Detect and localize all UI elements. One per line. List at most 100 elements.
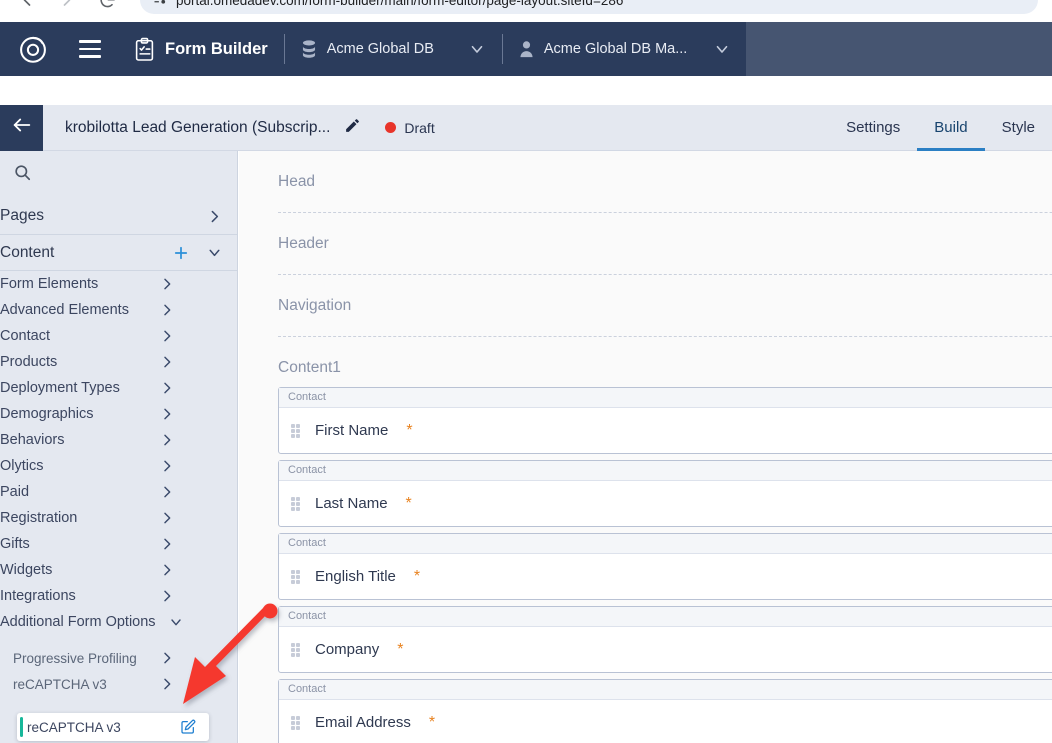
chevron-right-icon[interactable]	[159, 458, 175, 474]
field-card-name: Company	[315, 641, 379, 658]
field-card[interactable]: Contact Email Address *	[278, 679, 1052, 743]
sidebar-item-label: Paid	[0, 484, 29, 500]
edit-form-title-button[interactable]	[344, 117, 361, 139]
drag-grip-icon[interactable]	[291, 424, 302, 438]
sidebar-section-pages[interactable]: Pages	[0, 198, 237, 235]
user-chevron-down-icon[interactable]	[713, 40, 731, 58]
drag-grip-icon[interactable]	[291, 497, 302, 511]
tab-build[interactable]: Build	[917, 105, 984, 151]
database-selector[interactable]: Acme Global DB	[301, 40, 434, 59]
field-card-name: First Name	[315, 422, 388, 439]
chevron-right-icon[interactable]	[159, 588, 175, 604]
chevron-right-icon[interactable]	[159, 354, 175, 370]
field-card-tag: Contact	[279, 534, 1052, 554]
search-icon	[13, 163, 32, 187]
sidebar-item-deployment-types[interactable]: Deployment Types	[0, 375, 237, 401]
app-name-group[interactable]: Form Builder	[134, 37, 268, 62]
sidebar-item-integrations[interactable]: Integrations	[0, 583, 237, 609]
chevron-right-icon[interactable]	[159, 676, 175, 692]
sidebar-item-advanced-elements[interactable]: Advanced Elements	[0, 297, 237, 323]
section-navigation[interactable]: Navigation	[278, 275, 1052, 337]
sidebar-item-olytics[interactable]: Olytics	[0, 453, 237, 479]
omeda-logo-icon[interactable]	[12, 28, 54, 70]
sidebar-item-form-elements[interactable]: Form Elements	[0, 271, 237, 297]
edit-square-icon[interactable]	[180, 719, 196, 735]
field-card[interactable]: Contact First Name *	[278, 387, 1052, 454]
section-head-label: Head	[278, 151, 1052, 212]
content-chevron-down-icon[interactable]	[206, 244, 223, 261]
chevron-right-icon[interactable]	[159, 380, 175, 396]
sidebar-subitem-progressive-profiling[interactable]: Progressive Profiling	[0, 645, 237, 671]
sidebar-item-additional-form-options[interactable]: Additional Form Options	[0, 609, 237, 635]
chevron-right-icon[interactable]	[159, 406, 175, 422]
field-card-name: Email Address	[315, 714, 411, 731]
user-account-selector[interactable]: Acme Global DB Ma...	[519, 40, 687, 58]
chevron-right-icon[interactable]	[159, 536, 175, 552]
sidebar-item-contact[interactable]: Contact	[0, 323, 237, 349]
browser-back-icon[interactable]	[14, 0, 40, 13]
section-content1[interactable]: Content1 Contact First Name * Contact La…	[278, 337, 1052, 743]
drag-grip-icon[interactable]	[291, 716, 302, 730]
form-canvas: Head Header Navigation Content1 Contact …	[239, 151, 1052, 743]
sidebar-item-label: Integrations	[0, 588, 76, 604]
browser-forward-icon[interactable]	[54, 0, 80, 13]
sidebar-item-label: Gifts	[0, 536, 30, 552]
sidebar-item-widgets[interactable]: Widgets	[0, 557, 237, 583]
chevron-right-icon[interactable]	[159, 328, 175, 344]
sidebar-item-behaviors[interactable]: Behaviors	[0, 427, 237, 453]
sidebar-search-button[interactable]	[0, 151, 237, 198]
database-name-label: Acme Global DB	[327, 41, 434, 57]
field-card[interactable]: Contact Company *	[278, 606, 1052, 673]
chevron-right-icon[interactable]	[159, 484, 175, 500]
section-head[interactable]: Head	[278, 151, 1052, 213]
app-top-nav: Form Builder Acme Global DB	[0, 22, 1052, 76]
app-name-label: Form Builder	[165, 40, 268, 59]
recaptcha-drag-card[interactable]: reCAPTCHA v3	[17, 713, 209, 741]
chevron-right-icon[interactable]	[159, 302, 175, 318]
required-asterisk: *	[406, 422, 412, 440]
tab-settings[interactable]: Settings	[829, 105, 917, 151]
section-header[interactable]: Header	[278, 213, 1052, 275]
browser-reload-icon[interactable]	[94, 0, 120, 13]
back-button[interactable]	[0, 105, 43, 151]
sidebar-item-demographics[interactable]: Demographics	[0, 401, 237, 427]
sidebar-item-label: Advanced Elements	[0, 302, 129, 318]
chevron-right-icon[interactable]	[159, 276, 175, 292]
hamburger-menu-icon[interactable]	[68, 27, 112, 71]
sidebar-section-content[interactable]: Content	[0, 235, 237, 271]
sidebar-item-gifts[interactable]: Gifts	[0, 531, 237, 557]
status-dot-icon	[385, 122, 396, 133]
sidebar-item-registration[interactable]: Registration	[0, 505, 237, 531]
sidebar-item-label: Demographics	[0, 406, 94, 422]
database-chevron-down-icon[interactable]	[468, 40, 486, 58]
field-card-tag: Contact	[279, 461, 1052, 481]
sidebar-item-label: Form Elements	[0, 276, 98, 292]
user-avatar-icon	[519, 40, 534, 58]
sidebar-subitem-recaptcha-v3[interactable]: reCAPTCHA v3	[0, 671, 237, 697]
pencil-icon	[344, 117, 361, 139]
field-card[interactable]: Contact English Title *	[278, 533, 1052, 600]
section-navigation-label: Navigation	[278, 275, 1052, 336]
sidebar-item-paid[interactable]: Paid	[0, 479, 237, 505]
site-info-icon[interactable]	[152, 0, 167, 8]
tab-style[interactable]: Style	[985, 105, 1052, 151]
sidebar-item-products[interactable]: Products	[0, 349, 237, 375]
arrow-left-icon	[11, 114, 33, 141]
drag-grip-icon[interactable]	[291, 643, 302, 657]
sidebar-item-label: Registration	[0, 510, 77, 526]
add-content-plus-icon[interactable]	[172, 244, 190, 262]
chevron-right-icon[interactable]	[159, 510, 175, 526]
field-card[interactable]: Contact Last Name *	[278, 460, 1052, 527]
chevron-right-icon[interactable]	[159, 562, 175, 578]
chevron-down-icon[interactable]	[168, 614, 184, 630]
sidebar-content-label: Content	[0, 244, 54, 262]
field-card-tag: Contact	[279, 388, 1052, 408]
chevron-right-icon[interactable]	[159, 432, 175, 448]
sidebar-item-label: Widgets	[0, 562, 52, 578]
pages-chevron-right-icon[interactable]	[206, 208, 223, 225]
address-bar[interactable]: portal.omedadev.com/form-builder/main/fo…	[140, 0, 1038, 14]
recaptcha-drag-card-label: reCAPTCHA v3	[27, 720, 121, 735]
drag-grip-icon[interactable]	[291, 570, 302, 584]
chevron-right-icon[interactable]	[159, 650, 175, 666]
address-bar-url: portal.omedadev.com/form-builder/main/fo…	[176, 0, 623, 8]
